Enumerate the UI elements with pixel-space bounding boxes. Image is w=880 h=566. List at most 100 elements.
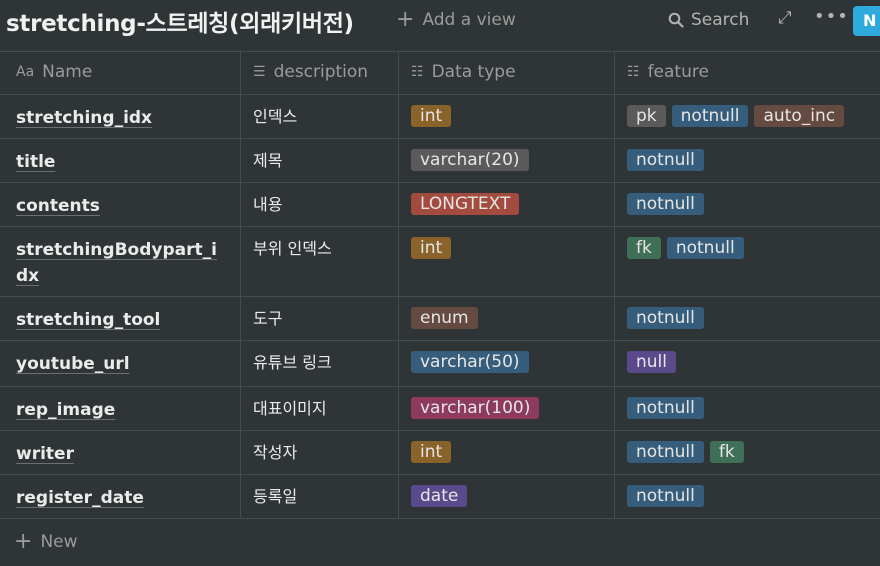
data-type-tag: enum — [411, 307, 478, 329]
feature-tag: notnull — [627, 307, 704, 329]
list-icon: ☷ — [411, 64, 424, 80]
search-button[interactable]: Search — [668, 10, 749, 30]
table-row[interactable]: youtube_url 유튜브 링크 varchar(50) null — [0, 341, 880, 387]
cell-feature[interactable]: notnull — [615, 387, 880, 430]
table-row[interactable]: writer 작성자 int notnull fk — [0, 431, 880, 475]
cell-name[interactable]: youtube_url — [4, 341, 241, 386]
row-description: 작성자 — [253, 443, 298, 462]
cell-data-type[interactable]: int — [399, 227, 615, 296]
text-aa-icon: Aa — [16, 64, 35, 80]
search-icon — [668, 12, 684, 28]
column-label: Data type — [431, 62, 516, 82]
row-description: 제목 — [253, 151, 283, 170]
list-icon: ☷ — [627, 64, 640, 80]
feature-tag: auto_inc — [754, 105, 845, 127]
topbar: stretching-스트레칭(외래키버전) + Add a view Sear… — [0, 0, 880, 44]
feature-tag: notnull — [627, 193, 704, 215]
cell-feature[interactable]: notnull — [615, 139, 880, 182]
column-label: Name — [42, 62, 93, 82]
cell-data-type[interactable]: int — [399, 431, 615, 474]
table-row[interactable]: rep_image 대표이미지 varchar(100) notnull — [0, 387, 880, 431]
column-header-data-type[interactable]: ☷ Data type — [399, 52, 615, 94]
cell-data-type[interactable]: enum — [399, 297, 615, 340]
cell-data-type[interactable]: date — [399, 475, 615, 518]
cell-description[interactable]: 인덱스 — [241, 95, 399, 138]
cell-description[interactable]: 부위 인덱스 — [241, 227, 399, 296]
row-description: 도구 — [253, 309, 283, 328]
cell-description[interactable]: 내용 — [241, 183, 399, 226]
feature-tag: notnull — [671, 105, 749, 127]
data-type-tag: varchar(20) — [411, 149, 529, 171]
row-description: 유튜브 링크 — [253, 353, 332, 372]
row-name: rep_image — [16, 400, 116, 420]
table-row[interactable]: stretching_idx 인덱스 int pk notnull auto_inc — [0, 95, 880, 139]
column-label: description — [273, 62, 369, 82]
cell-feature[interactable]: pk notnull auto_inc — [615, 95, 880, 138]
table-row[interactable]: contents 내용 LONGTEXT notnull — [0, 183, 880, 227]
new-button[interactable]: N — [853, 6, 880, 36]
cell-description[interactable]: 도구 — [241, 297, 399, 340]
feature-tag: fk — [709, 441, 744, 463]
feature-tag: null — [627, 351, 676, 373]
cell-data-type[interactable]: varchar(50) — [399, 341, 615, 386]
more-options-icon[interactable]: ••• — [814, 6, 849, 27]
cell-name[interactable]: title — [4, 139, 241, 182]
expand-icon[interactable]: ⤢ — [778, 8, 792, 28]
row-name: contents — [16, 196, 100, 216]
table-row[interactable]: stretching_tool 도구 enum notnull — [0, 297, 880, 341]
feature-tag: notnull — [627, 441, 704, 463]
feature-tag: notnull — [627, 485, 704, 507]
plus-icon: + — [14, 529, 33, 554]
row-description: 부위 인덱스 — [253, 239, 332, 258]
cell-feature[interactable]: null — [615, 341, 880, 386]
feature-tag: pk — [627, 105, 666, 127]
column-label: feature — [647, 62, 709, 82]
cell-data-type[interactable]: varchar(20) — [399, 139, 615, 182]
data-type-tag: int — [411, 105, 452, 127]
cell-data-type[interactable]: int — [399, 95, 615, 138]
new-row-button[interactable]: + New — [14, 529, 78, 554]
row-name: youtube_url — [16, 354, 130, 374]
cell-name[interactable]: register_date — [4, 475, 241, 518]
cell-description[interactable]: 등록일 — [241, 475, 399, 518]
data-type-tag: LONGTEXT — [411, 193, 520, 215]
cell-description[interactable]: 작성자 — [241, 431, 399, 474]
cell-feature[interactable]: notnull — [615, 183, 880, 226]
column-header-feature[interactable]: ☷ feature — [615, 52, 880, 94]
row-description: 내용 — [253, 195, 283, 214]
cell-feature[interactable]: notnull — [615, 475, 880, 518]
row-description: 등록일 — [253, 487, 298, 506]
cell-data-type[interactable]: varchar(100) — [399, 387, 615, 430]
new-row-label: New — [40, 532, 78, 552]
row-name: stretching_idx — [16, 108, 153, 128]
table-row[interactable]: stretchingBodypart_idx 부위 인덱스 int fk notnull — [0, 227, 880, 297]
cell-data-type[interactable]: LONGTEXT — [399, 183, 615, 226]
feature-tag: notnull — [627, 149, 704, 171]
data-type-tag: varchar(50) — [411, 351, 529, 373]
cell-name[interactable]: writer — [4, 431, 241, 474]
plus-icon: + — [396, 7, 415, 32]
table-row[interactable]: title 제목 varchar(20) notnull — [0, 139, 880, 183]
cell-name[interactable]: stretching_tool — [4, 297, 241, 340]
cell-name[interactable]: contents — [4, 183, 241, 226]
cell-name[interactable]: rep_image — [4, 387, 241, 430]
cell-feature[interactable]: notnull — [615, 297, 880, 340]
data-type-tag: varchar(100) — [411, 397, 540, 419]
column-header-description[interactable]: ☰ description — [241, 52, 399, 94]
cell-feature[interactable]: fk notnull — [615, 227, 880, 296]
cell-description[interactable]: 유튜브 링크 — [241, 341, 399, 386]
cell-name[interactable]: stretching_idx — [4, 95, 241, 138]
cell-description[interactable]: 대표이미지 — [241, 387, 399, 430]
cell-name[interactable]: stretchingBodypart_idx — [4, 227, 241, 296]
row-description: 대표이미지 — [253, 399, 327, 418]
column-header-name[interactable]: Aa Name — [4, 52, 241, 94]
cell-feature[interactable]: notnull fk — [615, 431, 880, 474]
add-view-label: Add a view — [422, 10, 516, 30]
row-name: stretching_tool — [16, 310, 161, 330]
page-title[interactable]: stretching-스트레칭(외래키버전) — [6, 4, 354, 38]
feature-tag: notnull — [627, 397, 704, 419]
cell-description[interactable]: 제목 — [241, 139, 399, 182]
row-name: register_date — [16, 488, 144, 508]
table-row[interactable]: register_date 등록일 date notnull — [0, 475, 880, 519]
add-view-button[interactable]: + Add a view — [396, 7, 516, 32]
